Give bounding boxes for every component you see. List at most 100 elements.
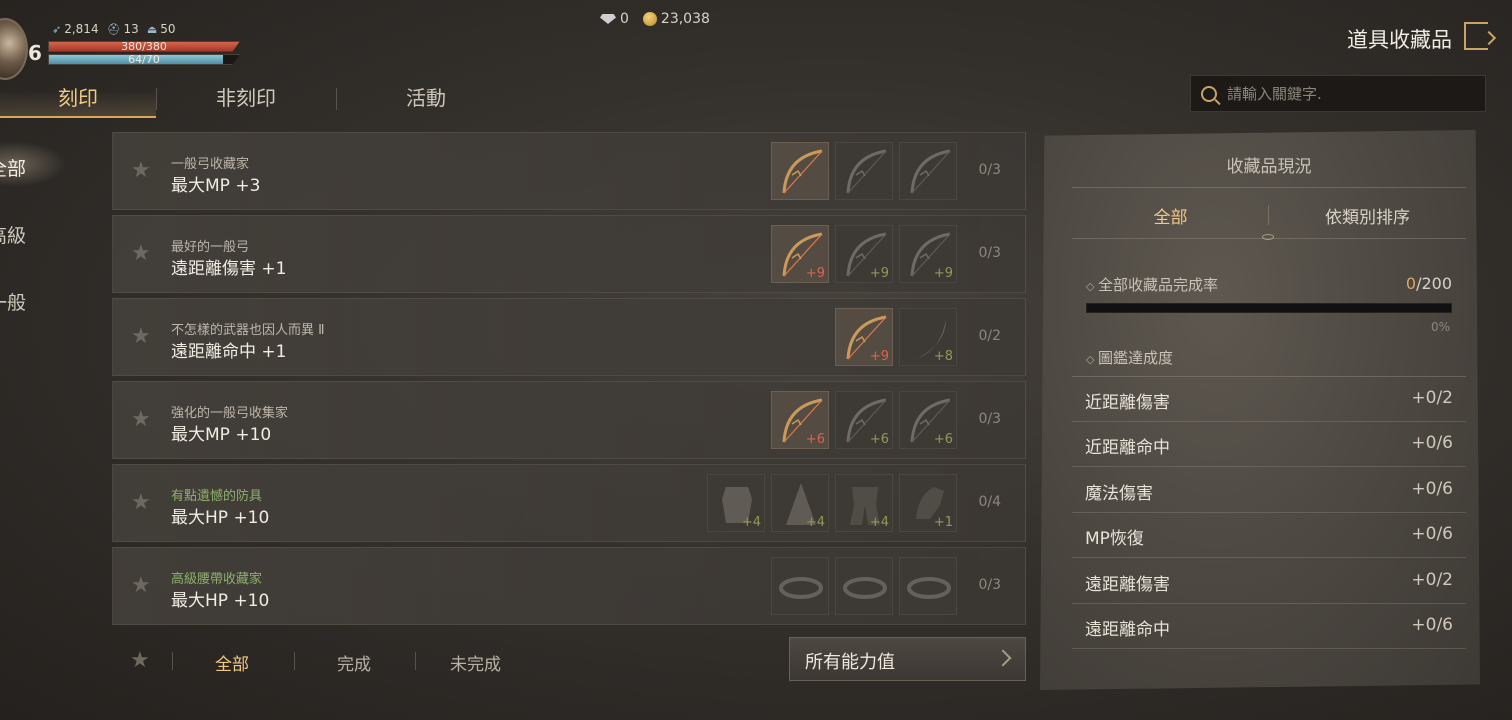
search-box[interactable] xyxy=(1190,75,1486,112)
item-slot[interactable]: +9 xyxy=(771,225,829,283)
favorite-star-icon[interactable]: ★ xyxy=(131,407,151,432)
stat-name: 遠距離傷害 xyxy=(1085,574,1170,595)
item-slots: +9 +8 xyxy=(835,308,957,366)
item-slots: +4 +4 +4 +1 xyxy=(707,474,957,532)
enhance-level: +4 xyxy=(869,515,889,530)
enhance-level: +9 xyxy=(869,349,889,364)
adena-currency[interactable]: 23,038 xyxy=(642,11,710,27)
collection-row[interactable]: ★ 最好的一般弓 遠距離傷害 +1 +9 +9 +9 0/3 xyxy=(112,215,1026,293)
item-slot[interactable]: +9 xyxy=(835,225,893,283)
item-slot[interactable] xyxy=(771,557,829,615)
all-stats-button[interactable]: 所有能力值 xyxy=(789,637,1026,681)
codex-stat-row: 遠距離命中 +0/6 xyxy=(1072,604,1466,649)
favorite-star-icon[interactable]: ★ xyxy=(131,490,151,515)
item-slot[interactable]: +6 xyxy=(899,391,957,449)
collection-progress: 0/3 xyxy=(978,577,1001,593)
filter-divider xyxy=(294,652,295,670)
collection-name: 不怎樣的武器也因人而異 Ⅱ xyxy=(171,323,325,338)
item-slot[interactable]: +4 xyxy=(771,474,829,532)
stat-name: 近距離命中 xyxy=(1085,438,1170,459)
codex-stat-row: 魔法傷害 +0/6 xyxy=(1072,468,1466,513)
collection-effect: 遠距離傷害 +1 xyxy=(171,259,287,279)
stat-value: +0/6 xyxy=(1411,478,1453,499)
panel-tab-by-category[interactable]: 依類別排序 xyxy=(1269,203,1466,228)
tab-event[interactable]: 活動 xyxy=(336,80,516,118)
enhance-level: +1 xyxy=(933,515,953,530)
attack-stat: ➶ 2,814 xyxy=(52,22,99,36)
item-slot[interactable] xyxy=(771,142,829,200)
filter-incomplete[interactable]: 未完成 xyxy=(450,650,501,675)
search-input[interactable] xyxy=(1227,84,1467,103)
collection-row[interactable]: ★ 強化的一般弓收集家 最大MP +10 +6 +6 +6 0/3 xyxy=(112,381,1026,459)
favorite-star-icon[interactable]: ★ xyxy=(131,573,151,598)
item-slot[interactable]: +6 xyxy=(835,391,893,449)
sidebar-item-advanced[interactable]: 高級 xyxy=(0,221,26,248)
hp-bar: 380/380 xyxy=(48,41,240,52)
item-slot[interactable]: +4 xyxy=(835,474,893,532)
tab-non-engraved[interactable]: 非刻印 xyxy=(156,80,336,118)
sidebar-item-common[interactable]: 一般 xyxy=(0,288,26,315)
collection-row[interactable]: ★ 一般弓收藏家 最大MP +3 0/3 xyxy=(112,132,1026,210)
codex-label: 圖鑑達成度 xyxy=(1086,347,1173,368)
favorite-star-icon[interactable]: ★ xyxy=(131,324,151,349)
exit-icon[interactable] xyxy=(1464,22,1488,50)
sidebar-item-all[interactable]: 全部 xyxy=(0,154,26,181)
stat-name: MP恢復 xyxy=(1085,529,1144,550)
collection-name: 一般弓收藏家 xyxy=(171,157,250,172)
stat-value: +0/6 xyxy=(1411,433,1453,454)
item-slot[interactable] xyxy=(835,557,893,615)
helmet-icon: ⛑ xyxy=(106,22,121,36)
item-slots: +6 +6 +6 xyxy=(771,391,957,449)
item-slot[interactable]: +9 xyxy=(835,308,893,366)
favorite-star-icon[interactable]: ★ xyxy=(131,241,151,266)
ornament-icon xyxy=(1262,234,1274,240)
collection-name: 強化的一般弓收集家 xyxy=(171,406,289,421)
item-slot[interactable] xyxy=(899,557,957,615)
favorite-filter-star[interactable]: ★ xyxy=(130,648,150,673)
filter-all[interactable]: 全部 xyxy=(215,650,249,675)
collection-name: 有點遺憾的防具 xyxy=(171,489,263,504)
player-level: 6 xyxy=(28,41,42,65)
collection-progress: 0/3 xyxy=(978,411,1001,427)
collection-progress: 0/4 xyxy=(978,494,1001,510)
main-tabs: 刻印 非刻印 活動 xyxy=(0,80,516,118)
diamond-icon xyxy=(600,14,616,24)
item-slot[interactable]: +1 xyxy=(899,474,957,532)
stat-name: 遠距離命中 xyxy=(1085,620,1170,640)
collection-progress: 0/3 xyxy=(978,245,1001,261)
stat-value: +0/6 xyxy=(1411,524,1453,545)
player-portrait[interactable] xyxy=(0,18,28,80)
boot-icon: ⏏ xyxy=(146,22,158,36)
collection-effect: 最大HP +10 xyxy=(171,591,270,611)
tab-engraved[interactable]: 刻印 xyxy=(0,80,156,118)
item-slot[interactable]: +9 xyxy=(899,225,957,283)
mp-bar: 64/70 xyxy=(48,54,240,65)
item-slot[interactable]: +8 xyxy=(899,308,957,366)
panel-tab-all[interactable]: 全部 xyxy=(1072,203,1269,228)
completion-count: 0/200 xyxy=(1405,274,1452,293)
item-slot[interactable] xyxy=(899,142,957,200)
item-slot[interactable]: +6 xyxy=(771,391,829,449)
completion-label: 全部收藏品完成率 xyxy=(1086,274,1218,295)
item-slot[interactable]: +4 xyxy=(707,474,765,532)
diamond-currency[interactable]: 0 xyxy=(600,11,629,27)
feather-icon: ➶ xyxy=(52,22,62,36)
enhance-level: +6 xyxy=(933,432,953,447)
enhance-level: +8 xyxy=(933,349,953,364)
item-slots xyxy=(771,557,957,615)
filter-complete[interactable]: 完成 xyxy=(337,650,371,675)
enhance-level: +9 xyxy=(933,266,953,281)
item-slots xyxy=(771,142,957,200)
search-icon[interactable] xyxy=(1201,85,1217,102)
collection-row[interactable]: ★ 有點遺憾的防具 最大HP +10 +4 +4 +4 +1 0/4 xyxy=(112,464,1026,542)
currency-bar: 0 23,038 xyxy=(600,11,710,27)
collection-row[interactable]: ★ 不怎樣的武器也因人而異 Ⅱ 遠距離命中 +1 +9 +8 0/2 xyxy=(112,298,1026,376)
favorite-star-icon[interactable]: ★ xyxy=(131,158,151,183)
collection-row[interactable]: ★ 高級腰帶收藏家 最大HP +10 0/3 xyxy=(112,547,1026,625)
stat-value: +0/2 xyxy=(1411,569,1453,590)
screen-title: 道具收藏品 xyxy=(1347,28,1452,52)
collection-name: 最好的一般弓 xyxy=(171,240,250,255)
enhance-level: +4 xyxy=(741,515,761,530)
item-slot[interactable] xyxy=(835,142,893,200)
collection-progress: 0/3 xyxy=(978,162,1001,178)
